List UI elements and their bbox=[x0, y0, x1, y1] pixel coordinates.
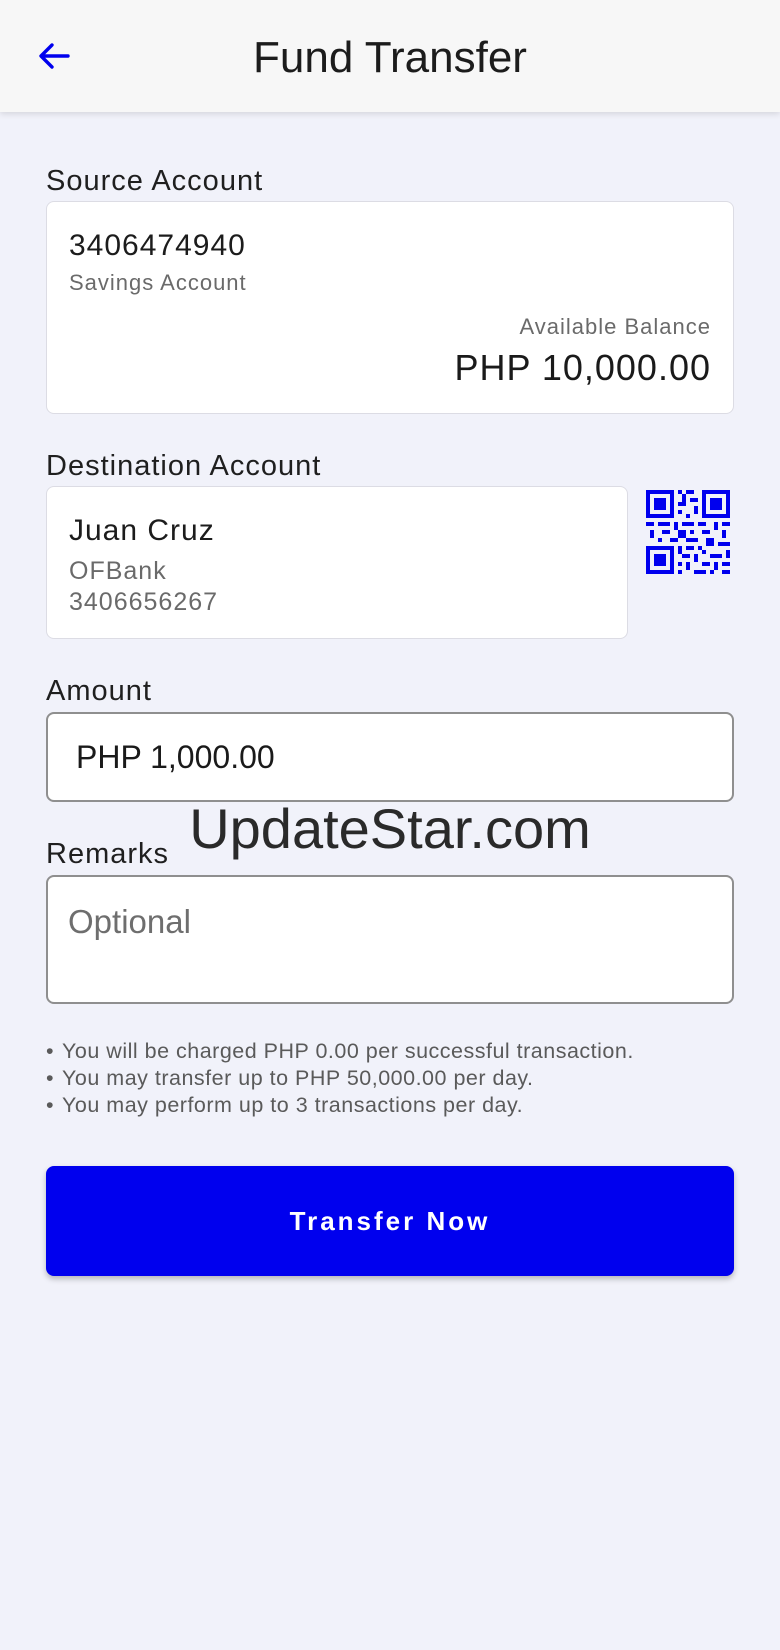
note-item: You will be charged PHP 0.00 per success… bbox=[46, 1038, 746, 1065]
qr-code-icon bbox=[646, 490, 730, 574]
page-title: Fund Transfer bbox=[253, 33, 527, 82]
available-balance-value: PHP 10,000.00 bbox=[454, 347, 711, 388]
remarks-label: Remarks bbox=[46, 838, 170, 870]
amount-label: Amount bbox=[46, 675, 152, 707]
note-item: You may perform up to 3 transactions per… bbox=[46, 1092, 746, 1119]
destination-account-label: Destination Account bbox=[46, 450, 322, 482]
destination-account-name: Juan Cruz bbox=[69, 514, 215, 547]
available-balance-label: Available Balance bbox=[519, 314, 711, 339]
destination-bank-name: OFBank bbox=[69, 557, 167, 585]
destination-account-card[interactable]: Juan Cruz OFBank 3406656267 bbox=[46, 486, 628, 639]
transfer-now-button[interactable]: Transfer Now bbox=[46, 1166, 734, 1276]
note-item: You may transfer up to PHP 50,000.00 per… bbox=[46, 1065, 746, 1092]
amount-input[interactable] bbox=[46, 712, 734, 802]
source-account-number: 3406474940 bbox=[69, 229, 246, 262]
source-account-type: Savings Account bbox=[69, 270, 247, 295]
remarks-input[interactable] bbox=[46, 875, 734, 1004]
qr-scan-button[interactable] bbox=[646, 490, 730, 574]
source-account-label: Source Account bbox=[46, 165, 264, 197]
source-account-card[interactable]: 3406474940 Savings Account Available Bal… bbox=[46, 201, 734, 414]
destination-account-number: 3406656267 bbox=[69, 588, 219, 616]
app-bar: Fund Transfer bbox=[0, 0, 780, 112]
transfer-notes: You will be charged PHP 0.00 per success… bbox=[46, 1038, 746, 1119]
